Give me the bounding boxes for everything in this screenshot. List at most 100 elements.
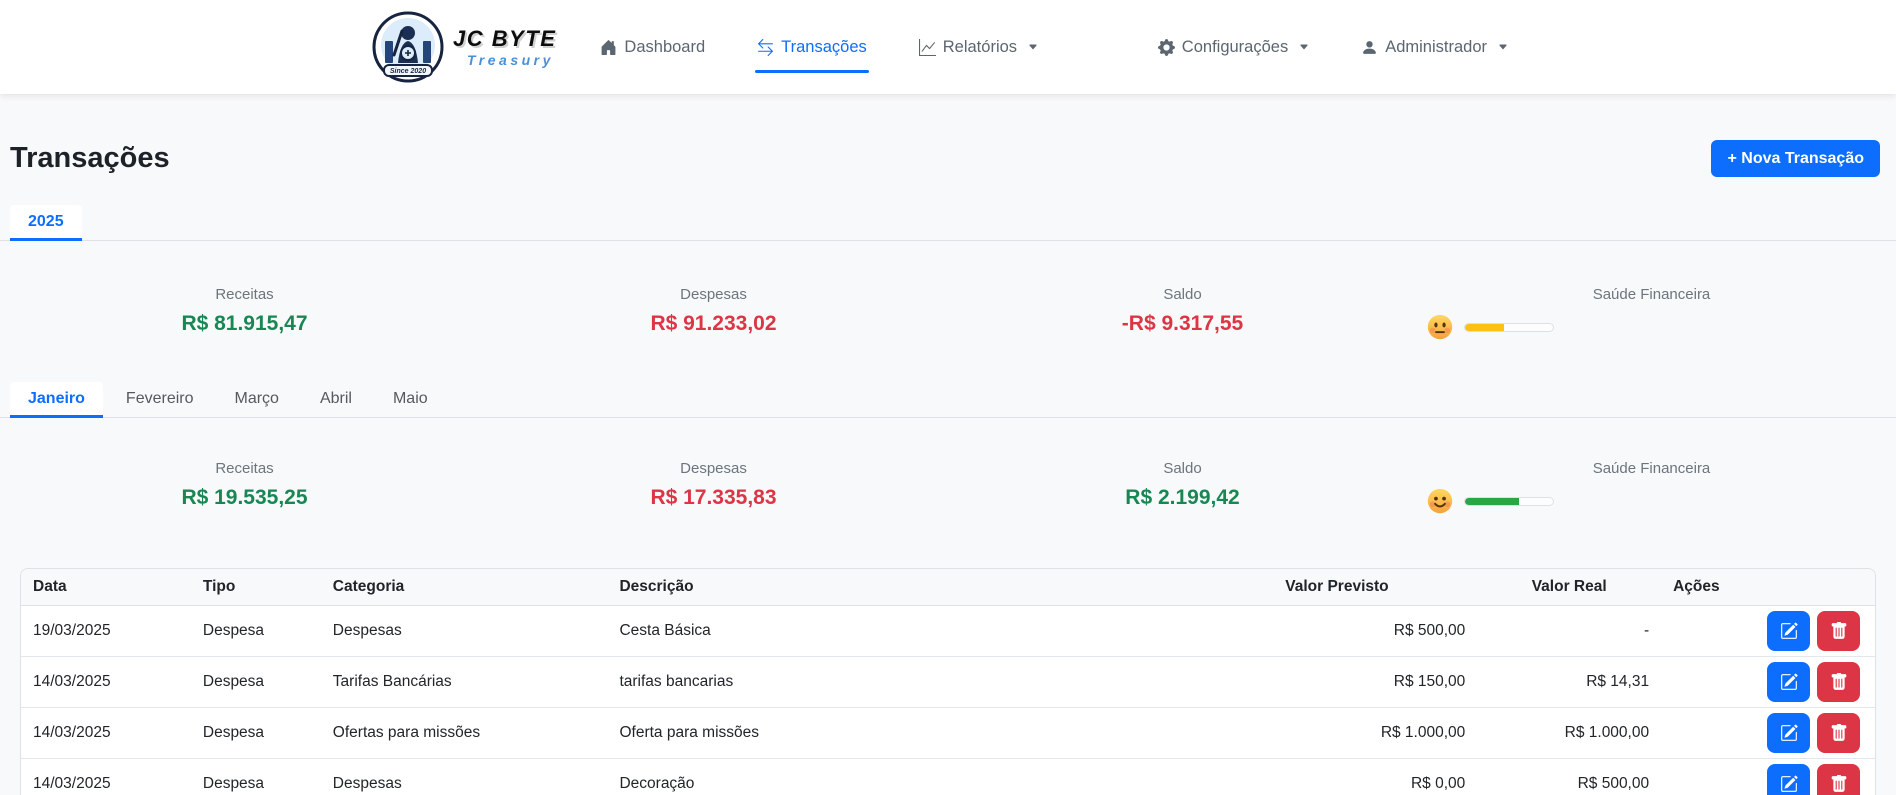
cell-valor-real: R$ 500,00: [1477, 758, 1662, 795]
transactions-card: Data Tipo Categoria Descrição Valor Prev…: [20, 568, 1876, 795]
nav-dashboard-label: Dashboard: [624, 37, 706, 56]
transactions-table: Data Tipo Categoria Descrição Valor Prev…: [21, 569, 1875, 795]
top-navbar: Since 2020 JC Byte Treasury Dashboard Tr…: [0, 0, 1896, 94]
trash-icon: [1831, 775, 1846, 793]
month-summary: Receitas R$ 19.535,25 Despesas R$ 17.335…: [0, 460, 1896, 514]
edit-button[interactable]: [1767, 713, 1810, 753]
new-transaction-button[interactable]: + Nova Transação: [1711, 140, 1880, 177]
edit-button[interactable]: [1767, 611, 1810, 651]
table-row: 14/03/2025 Despesa Ofertas para missões …: [21, 707, 1875, 759]
cell-descricao: Cesta Básica: [619, 622, 711, 639]
cell-descricao: Decoração: [607, 758, 1197, 795]
receitas-label: Receitas: [215, 286, 274, 303]
trash-icon: [1831, 673, 1846, 690]
gear-icon: [1157, 38, 1175, 56]
col-tipo: Tipo: [190, 569, 321, 606]
cell-tipo: Despesa: [190, 656, 321, 708]
tab-year-2025[interactable]: 2025: [10, 205, 82, 241]
tab-marco[interactable]: Março: [217, 382, 297, 418]
nav-configuracoes-label: Configurações: [1181, 37, 1289, 56]
table-header-row: Data Tipo Categoria Descrição Valor Prev…: [21, 569, 1875, 606]
nav-administrador-label: Administrador: [1385, 37, 1487, 56]
receitas-value: R$ 19.535,25: [181, 486, 308, 509]
month-tabs: Janeiro Fevereiro Março Abril Maio: [0, 382, 1896, 418]
cell-valor-previsto: R$ 500,00: [1393, 622, 1466, 639]
svg-text:Since 2020: Since 2020: [390, 68, 426, 75]
chevron-down-icon: [1499, 44, 1507, 50]
month-saude-financeira: Saúde Financeira: [1417, 460, 1886, 514]
edit-button[interactable]: [1767, 764, 1810, 795]
cell-date: 14/03/2025: [21, 707, 191, 759]
trash-icon: [1831, 622, 1846, 639]
cell-categoria: Despesas: [320, 758, 608, 795]
month-receitas: Receitas R$ 19.535,25: [10, 460, 479, 514]
tab-maio[interactable]: Maio: [375, 382, 446, 418]
cell-tipo: Despesa: [190, 758, 321, 795]
year-saldo: Saldo -R$ 9.317,55: [948, 286, 1417, 340]
delete-button[interactable]: [1817, 713, 1860, 753]
saldo-value: -R$ 9.317,55: [1121, 312, 1244, 335]
saude-financeira-label: Saúde Financeira: [1592, 460, 1711, 477]
delete-button[interactable]: [1817, 764, 1860, 795]
month-despesas: Despesas R$ 17.335,83: [479, 460, 948, 514]
page-title: Transações: [10, 142, 170, 174]
col-categoria: Categoria: [320, 569, 608, 606]
delete-button[interactable]: [1817, 611, 1860, 651]
despesas-value: R$ 17.335,83: [650, 486, 777, 509]
delete-button[interactable]: [1817, 662, 1860, 702]
cell-date: 14/03/2025: [21, 656, 191, 708]
nav-transacoes[interactable]: Transações: [755, 38, 869, 73]
despesas-label: Despesas: [680, 460, 747, 477]
cell-descricao: Oferta para missões: [607, 707, 1197, 759]
pencil-square-icon: [1780, 724, 1798, 741]
month-health-fill: [1465, 497, 1519, 505]
year-health-indicator: [1417, 314, 1886, 340]
trash-icon: [1831, 724, 1846, 741]
cell-valor-previsto: R$ 1.000,00: [1196, 707, 1478, 759]
cell-valor-real: R$ 14,31: [1477, 656, 1662, 708]
tab-abril[interactable]: Abril: [302, 382, 370, 418]
year-saude-financeira: Saúde Financeira: [1417, 286, 1886, 340]
table-row: 14/03/2025 Despesa Tarifas Bancárias tar…: [21, 656, 1875, 708]
edit-button[interactable]: [1767, 662, 1810, 702]
cell-tipo: Despesa: [190, 707, 321, 759]
col-valor-previsto: Valor Previsto: [1196, 569, 1478, 606]
month-health-progressbar: [1464, 496, 1554, 506]
year-health-progressbar: [1464, 322, 1554, 332]
month-saldo: Saldo R$ 2.199,42: [948, 460, 1417, 514]
main-nav: Dashboard Transações Relatórios: [600, 38, 1038, 73]
nav-configuracoes[interactable]: Configurações: [1157, 37, 1309, 57]
nav-administrador[interactable]: Administrador: [1361, 38, 1508, 57]
happy-face-emoji-icon: [1427, 488, 1453, 514]
navbar-right: Configurações Administrador: [1157, 37, 1508, 57]
table-row: 19/03/2025 Despesa Despesas Cesta Básica…: [21, 606, 1875, 657]
home-icon: [602, 39, 616, 55]
saude-financeira-label: Saúde Financeira: [1592, 286, 1711, 303]
cell-date: 14/03/2025: [21, 758, 191, 795]
pencil-square-icon: [1780, 622, 1798, 639]
nav-relatorios[interactable]: Relatórios: [918, 38, 1038, 57]
cell-categoria: Despesas: [332, 622, 402, 639]
table-row: 14/03/2025 Despesa Despesas Decoração R$…: [21, 758, 1875, 795]
saldo-label: Saldo: [1163, 460, 1202, 477]
tab-janeiro[interactable]: Janeiro: [10, 382, 103, 418]
cell-categoria: Tarifas Bancárias: [320, 656, 608, 708]
chart-line-icon: [918, 38, 936, 56]
saldo-label: Saldo: [1163, 286, 1202, 303]
year-tabs: 2025: [0, 205, 1896, 241]
year-health-fill: [1465, 323, 1504, 331]
year-receitas: Receitas R$ 81.915,47: [10, 286, 479, 340]
month-health-indicator: [1417, 488, 1886, 514]
cell-date: 19/03/2025: [33, 622, 111, 639]
brand-logo[interactable]: Since 2020 JC Byte Treasury: [372, 11, 556, 83]
cell-valor-previsto: R$ 0,00: [1196, 758, 1478, 795]
receitas-value: R$ 81.915,47: [181, 312, 308, 335]
brand-title: JC Byte: [453, 25, 557, 51]
transfer-arrows-icon: [758, 38, 774, 56]
cell-categoria: Ofertas para missões: [320, 707, 608, 759]
nav-dashboard[interactable]: Dashboard: [600, 38, 705, 57]
col-acoes: Ações: [1661, 569, 1875, 606]
cell-tipo: Despesa: [202, 622, 265, 639]
chevron-down-icon: [1029, 44, 1037, 50]
tab-fevereiro[interactable]: Fevereiro: [108, 382, 212, 418]
